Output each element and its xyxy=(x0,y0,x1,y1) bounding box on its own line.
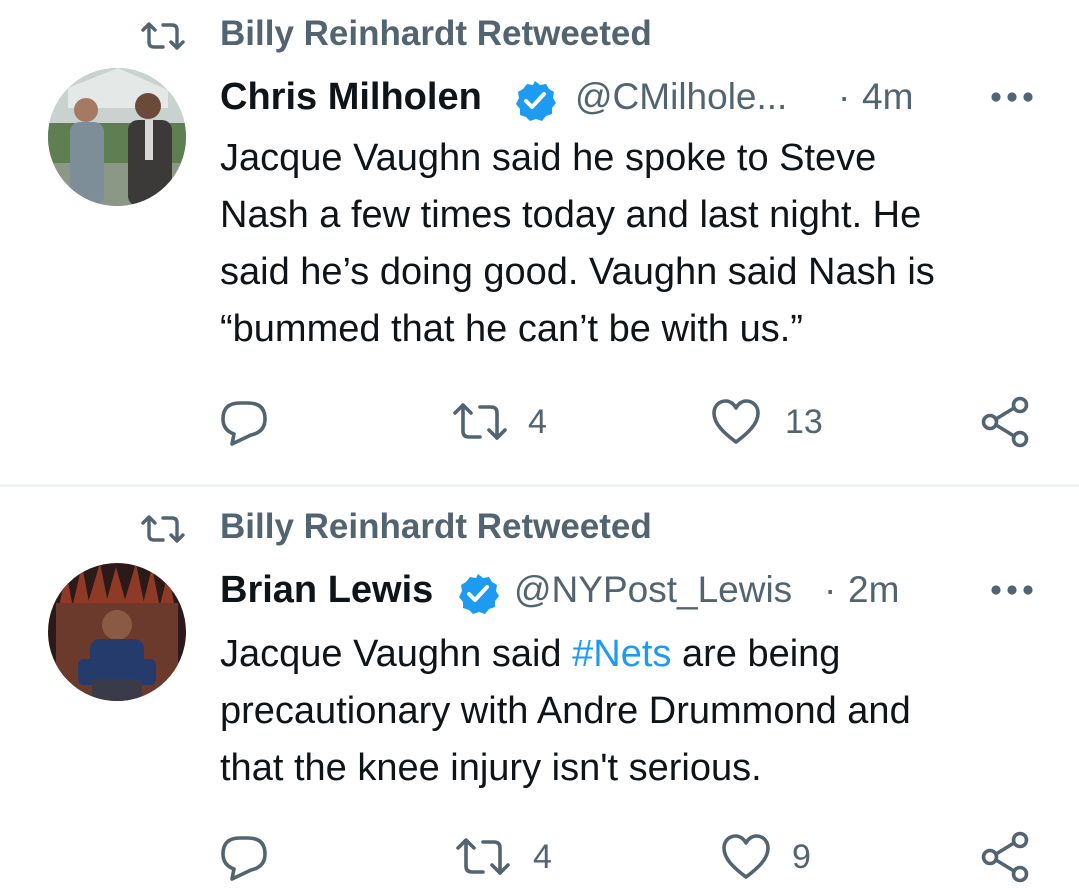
tweet-text-segment: Jacque Vaughn said xyxy=(220,633,573,675)
timestamp[interactable]: 2m xyxy=(848,567,899,613)
share-button[interactable] xyxy=(980,827,1032,887)
reply-button[interactable] xyxy=(218,392,274,452)
retweet-button[interactable]: 4 xyxy=(452,392,562,452)
retweet-context: Billy Reinhardt Retweeted xyxy=(0,505,1079,549)
retweet-button[interactable]: 4 xyxy=(455,827,565,887)
like-button[interactable]: 13 xyxy=(710,392,840,452)
avatar[interactable] xyxy=(48,563,186,701)
like-count: 13 xyxy=(785,403,823,441)
author-handle[interactable]: @NYPost_Lewis xyxy=(514,567,792,613)
timestamp[interactable]: 4m xyxy=(862,74,913,120)
retweet-count: 4 xyxy=(528,403,547,441)
like-count: 9 xyxy=(792,838,811,876)
retweet-count: 4 xyxy=(533,838,552,876)
tweet-text-line: “bummed that he can’t be with us.” xyxy=(220,308,803,350)
avatar[interactable] xyxy=(48,68,186,206)
tweet-header: Brian Lewis @NYPost_Lewis · 2m xyxy=(220,567,1042,614)
tweet-text: Jacque Vaughn said #Nets are being preca… xyxy=(220,626,1050,797)
share-button[interactable] xyxy=(980,392,1032,452)
share-icon xyxy=(981,831,1029,883)
tweet-text-line: Jacque Vaughn said #Nets are being xyxy=(220,626,1050,683)
retweet-context: Billy Reinhardt Retweeted xyxy=(0,12,1079,56)
tweet-text-line: precautionary with Andre Drummond and xyxy=(220,690,911,732)
tweet-header: Chris Milholen @CMilhole... · 4m xyxy=(220,74,1042,121)
like-button[interactable]: 9 xyxy=(720,827,830,887)
tweet-text: Jacque Vaughn said he spoke to Steve Nas… xyxy=(220,130,1050,358)
tweet-actions: 4 9 xyxy=(0,827,1079,887)
hashtag-link[interactable]: #Nets xyxy=(572,633,671,675)
author-handle[interactable]: @CMilhole... xyxy=(575,74,787,120)
reply-icon xyxy=(221,401,267,446)
reply-button[interactable] xyxy=(218,827,274,887)
retweet-icon xyxy=(141,515,185,543)
share-icon xyxy=(981,396,1029,448)
author-name[interactable]: Brian Lewis xyxy=(220,567,433,613)
heart-icon xyxy=(712,399,760,444)
tweet-text-line: said he’s doing good. Vaughn said Nash i… xyxy=(220,251,935,293)
tweet[interactable]: Billy Reinhardt Retweeted Brian Lewis @N… xyxy=(0,487,1079,894)
retweeted-by-label[interactable]: Billy Reinhardt Retweeted xyxy=(220,14,652,54)
tweet-text-line: that the knee injury isn't serious. xyxy=(220,747,762,789)
verified-badge-icon xyxy=(516,81,556,121)
tweet-actions: 4 13 xyxy=(0,392,1079,452)
retweet-icon xyxy=(456,838,510,875)
author-name[interactable]: Chris Milholen xyxy=(220,74,482,120)
separator-dot: · xyxy=(824,569,837,610)
tweet-text-line: Jacque Vaughn said he spoke to Steve xyxy=(220,137,877,179)
verified-badge-icon xyxy=(459,574,499,614)
tweet-text-segment: are being xyxy=(671,633,841,675)
heart-icon xyxy=(722,834,770,879)
retweet-icon xyxy=(141,22,185,50)
reply-icon xyxy=(221,836,267,881)
more-icon[interactable] xyxy=(982,84,1042,110)
retweeted-by-label[interactable]: Billy Reinhardt Retweeted xyxy=(220,507,652,547)
separator-dot: · xyxy=(838,76,851,117)
retweet-icon xyxy=(453,403,507,440)
tweet-text-line: Nash a few times today and last night. H… xyxy=(220,194,922,236)
more-icon[interactable] xyxy=(982,577,1042,603)
tweet[interactable]: Billy Reinhardt Retweeted Chris Milholen… xyxy=(0,0,1079,484)
